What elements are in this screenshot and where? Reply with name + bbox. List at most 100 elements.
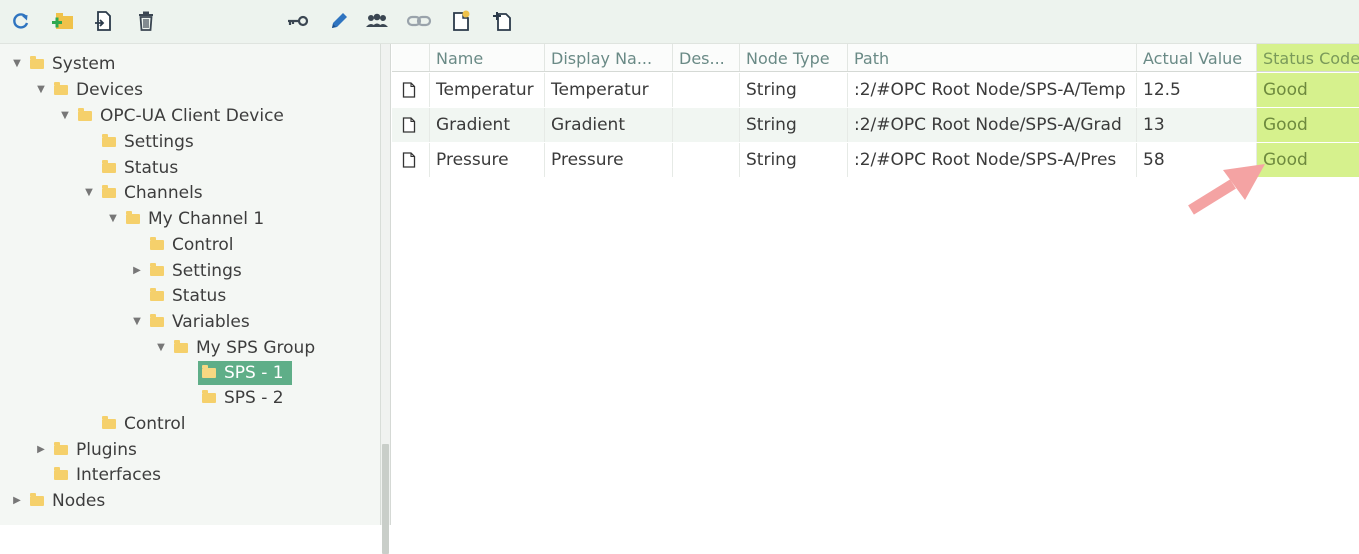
folder-icon (202, 390, 216, 403)
cell-display-name: Gradient (545, 108, 673, 142)
tree-node-plugins[interactable]: ▶ Plugins (34, 438, 137, 462)
delete-button[interactable] (133, 7, 159, 35)
users-button[interactable] (364, 7, 390, 35)
add-document-icon (493, 12, 511, 31)
tree-node-label: Control (124, 414, 186, 434)
column-header-name[interactable]: Name (430, 44, 545, 71)
folder-icon (126, 211, 140, 224)
tree-node-sps-2[interactable]: SPS - 2 (182, 386, 284, 410)
folder-icon (54, 467, 68, 480)
folder-icon (150, 237, 164, 250)
folder-icon (78, 108, 92, 121)
expand-arrow-icon[interactable]: ▼ (82, 181, 96, 205)
edit-button[interactable] (326, 7, 352, 35)
folder-icon (102, 416, 116, 429)
tree-node-label: System (52, 54, 116, 74)
tree-node-label: Plugins (76, 440, 137, 460)
cell-name: Temperatur (430, 73, 545, 107)
add-document-button[interactable] (490, 7, 516, 35)
add-item-button[interactable] (90, 7, 116, 35)
expand-arrow-icon[interactable]: ▼ (58, 104, 72, 128)
column-header-icon (392, 44, 430, 71)
tree-node-variables[interactable]: ▼ Variables (130, 310, 250, 334)
link-button[interactable] (406, 7, 432, 35)
cell-description (673, 73, 740, 107)
tree-node-label: Nodes (52, 491, 106, 511)
cell-status-code: Good (1257, 108, 1359, 142)
tree-node-system[interactable]: ▼ System (10, 52, 115, 76)
tree-node-opc-ua-client-device[interactable]: ▼ OPC-UA Client Device (58, 104, 284, 128)
tree-node-label: SPS - 2 (224, 388, 284, 408)
key-icon (288, 15, 309, 27)
tree-node-label: SPS - 1 (224, 363, 284, 383)
tree-node-label: Status (124, 158, 179, 178)
grid-header: Name Display Na... Des... Node Type Path… (392, 44, 1359, 72)
tree-node-nodes[interactable]: ▶ Nodes (10, 489, 105, 513)
cell-actual-value: 12.5 (1137, 73, 1257, 107)
refresh-button[interactable] (8, 7, 34, 35)
tree-node-status[interactable]: Status (82, 156, 178, 180)
collapse-arrow-icon[interactable]: ▶ (10, 489, 24, 513)
tree-node-label: OPC-UA Client Device (100, 106, 284, 126)
tree-node-my-sps-group[interactable]: ▼ My SPS Group (154, 336, 315, 360)
tree-node-devices[interactable]: ▼ Devices (34, 78, 143, 102)
tree-node-label: Status (172, 286, 227, 306)
expand-arrow-icon[interactable]: ▼ (10, 52, 24, 76)
tree-node-channels[interactable]: ▼ Channels (82, 181, 203, 205)
tree-node-channel-status[interactable]: Status (130, 284, 226, 308)
expand-arrow-icon[interactable]: ▼ (154, 336, 168, 360)
folder-icon (102, 185, 116, 198)
cell-actual-value: 13 (1137, 108, 1257, 142)
column-header-node-type[interactable]: Node Type (740, 44, 848, 71)
cell-description (673, 108, 740, 142)
new-document-button[interactable] (448, 7, 474, 35)
tree-node-device-control[interactable]: Control (82, 412, 185, 436)
variables-grid: Name Display Na... Des... Node Type Path… (392, 44, 1359, 525)
expand-arrow-icon[interactable]: ▼ (106, 207, 120, 231)
column-header-description[interactable]: Des... (673, 44, 740, 71)
edit-icon (332, 13, 347, 28)
selected-node-highlight: SPS - 1 (198, 361, 292, 385)
tree-node-label: My SPS Group (196, 338, 316, 358)
column-header-path[interactable]: Path (848, 44, 1137, 71)
column-header-status-code[interactable]: Status Code (1257, 44, 1359, 71)
tree-node-label: Interfaces (76, 465, 161, 485)
table-row[interactable]: Gradient Gradient String :2/#OPC Root No… (392, 108, 1359, 142)
cell-display-name: Pressure (545, 143, 673, 177)
cell-description (673, 143, 740, 177)
key-button[interactable] (284, 7, 310, 35)
delete-icon (139, 11, 153, 31)
tree-scrollbar[interactable] (381, 44, 391, 554)
expand-arrow-icon[interactable]: ▼ (34, 78, 48, 102)
add-folder-button[interactable] (50, 7, 76, 35)
folder-icon (150, 263, 164, 276)
document-icon (402, 152, 416, 168)
cell-name: Gradient (430, 108, 545, 142)
collapse-arrow-icon[interactable]: ▶ (34, 438, 48, 462)
scrollbar-thumb[interactable] (382, 444, 389, 554)
tree-node-my-channel-1[interactable]: ▼ My Channel 1 (106, 207, 264, 231)
folder-icon (202, 365, 216, 378)
column-header-actual-value[interactable]: Actual Value (1137, 44, 1257, 71)
tree-node-settings[interactable]: Settings (82, 130, 194, 154)
tree-node-channel-settings[interactable]: ▶ Settings (130, 259, 242, 283)
expand-arrow-icon[interactable]: ▼ (130, 310, 144, 334)
refresh-icon (13, 13, 29, 29)
tree-node-interfaces[interactable]: Interfaces (34, 463, 161, 487)
folder-icon (150, 288, 164, 301)
document-icon (402, 117, 416, 133)
table-row[interactable]: Temperatur Temperatur String :2/#OPC Roo… (392, 73, 1359, 107)
cell-node-type: String (740, 108, 848, 142)
column-header-display-name[interactable]: Display Na... (545, 44, 673, 71)
navigation-tree: ▼ System ▼ Devices ▼ OPC-UA Client Devic… (0, 44, 381, 525)
link-icon (406, 15, 432, 27)
folder-icon (30, 493, 44, 506)
tree-node-sps-1[interactable]: SPS - 1 (178, 361, 292, 385)
folder-icon (30, 56, 44, 69)
document-icon (402, 82, 416, 98)
tree-node-control[interactable]: Control (130, 233, 233, 257)
collapse-arrow-icon[interactable]: ▶ (130, 259, 144, 283)
tree-node-label: Settings (172, 261, 242, 281)
tree-node-label: My Channel 1 (148, 209, 265, 229)
users-icon (366, 13, 388, 27)
